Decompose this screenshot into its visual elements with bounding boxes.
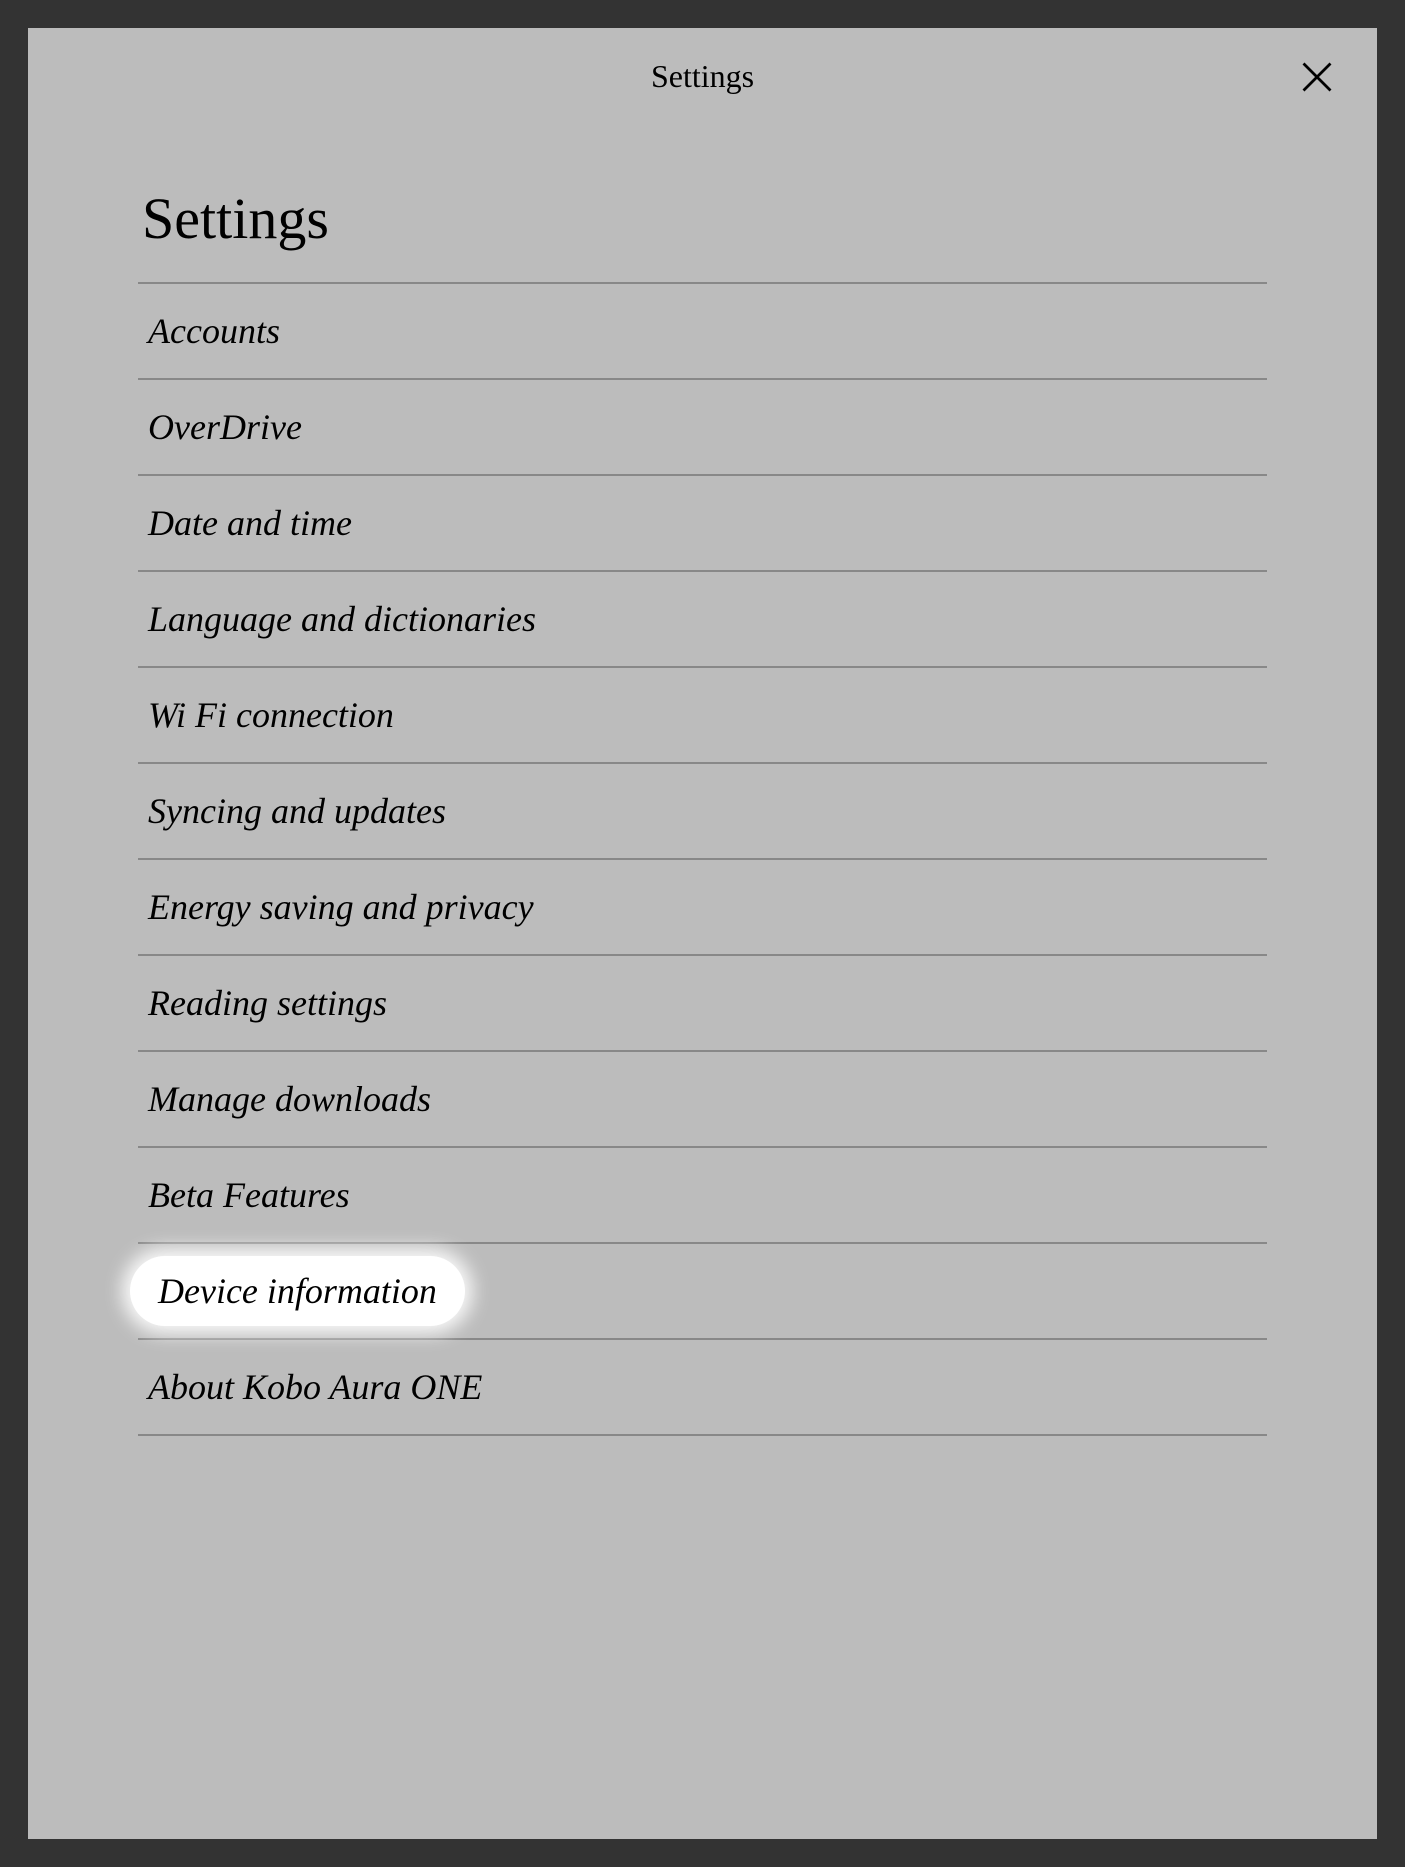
settings-item-reading-settings[interactable]: Reading settings	[138, 956, 1267, 1052]
settings-item-label: Wi Fi connection	[148, 694, 394, 736]
close-icon	[1299, 59, 1335, 95]
settings-item-label: Device information	[130, 1256, 465, 1326]
settings-item-label: Beta Features	[148, 1174, 350, 1216]
settings-item-overdrive[interactable]: OverDrive	[138, 380, 1267, 476]
settings-item-label: Syncing and updates	[148, 790, 446, 832]
settings-item-about-kobo-aura-one[interactable]: About Kobo Aura ONE	[138, 1340, 1267, 1436]
settings-item-beta-features[interactable]: Beta Features	[138, 1148, 1267, 1244]
settings-content: Settings Accounts OverDrive Date and time L…	[28, 125, 1377, 1436]
settings-item-syncing-and-updates[interactable]: Syncing and updates	[138, 764, 1267, 860]
page-heading: Settings	[138, 185, 1267, 252]
settings-item-label: Manage downloads	[148, 1078, 431, 1120]
settings-item-label: Energy saving and privacy	[148, 886, 534, 928]
settings-item-label: Date and time	[148, 502, 352, 544]
settings-item-device-information[interactable]: Device information	[138, 1244, 1267, 1340]
settings-item-language-and-dictionaries[interactable]: Language and dictionaries	[138, 572, 1267, 668]
settings-item-label: Reading settings	[148, 982, 387, 1024]
settings-item-label: OverDrive	[148, 406, 302, 448]
settings-item-label: About Kobo Aura ONE	[148, 1366, 482, 1408]
settings-item-energy-saving-and-privacy[interactable]: Energy saving and privacy	[138, 860, 1267, 956]
settings-item-wi-fi-connection[interactable]: Wi Fi connection	[138, 668, 1267, 764]
settings-list: Accounts OverDrive Date and time Language a…	[138, 282, 1267, 1436]
settings-item-accounts[interactable]: Accounts	[138, 284, 1267, 380]
close-button[interactable]	[1297, 57, 1337, 97]
settings-item-label: Language and dictionaries	[148, 598, 536, 640]
settings-item-date-and-time[interactable]: Date and time	[138, 476, 1267, 572]
settings-item-label: Accounts	[148, 310, 280, 352]
settings-window: Settings Settings Accounts OverDrive Date …	[28, 28, 1377, 1839]
settings-item-manage-downloads[interactable]: Manage downloads	[138, 1052, 1267, 1148]
titlebar: Settings	[28, 28, 1377, 125]
titlebar-title: Settings	[651, 58, 754, 95]
